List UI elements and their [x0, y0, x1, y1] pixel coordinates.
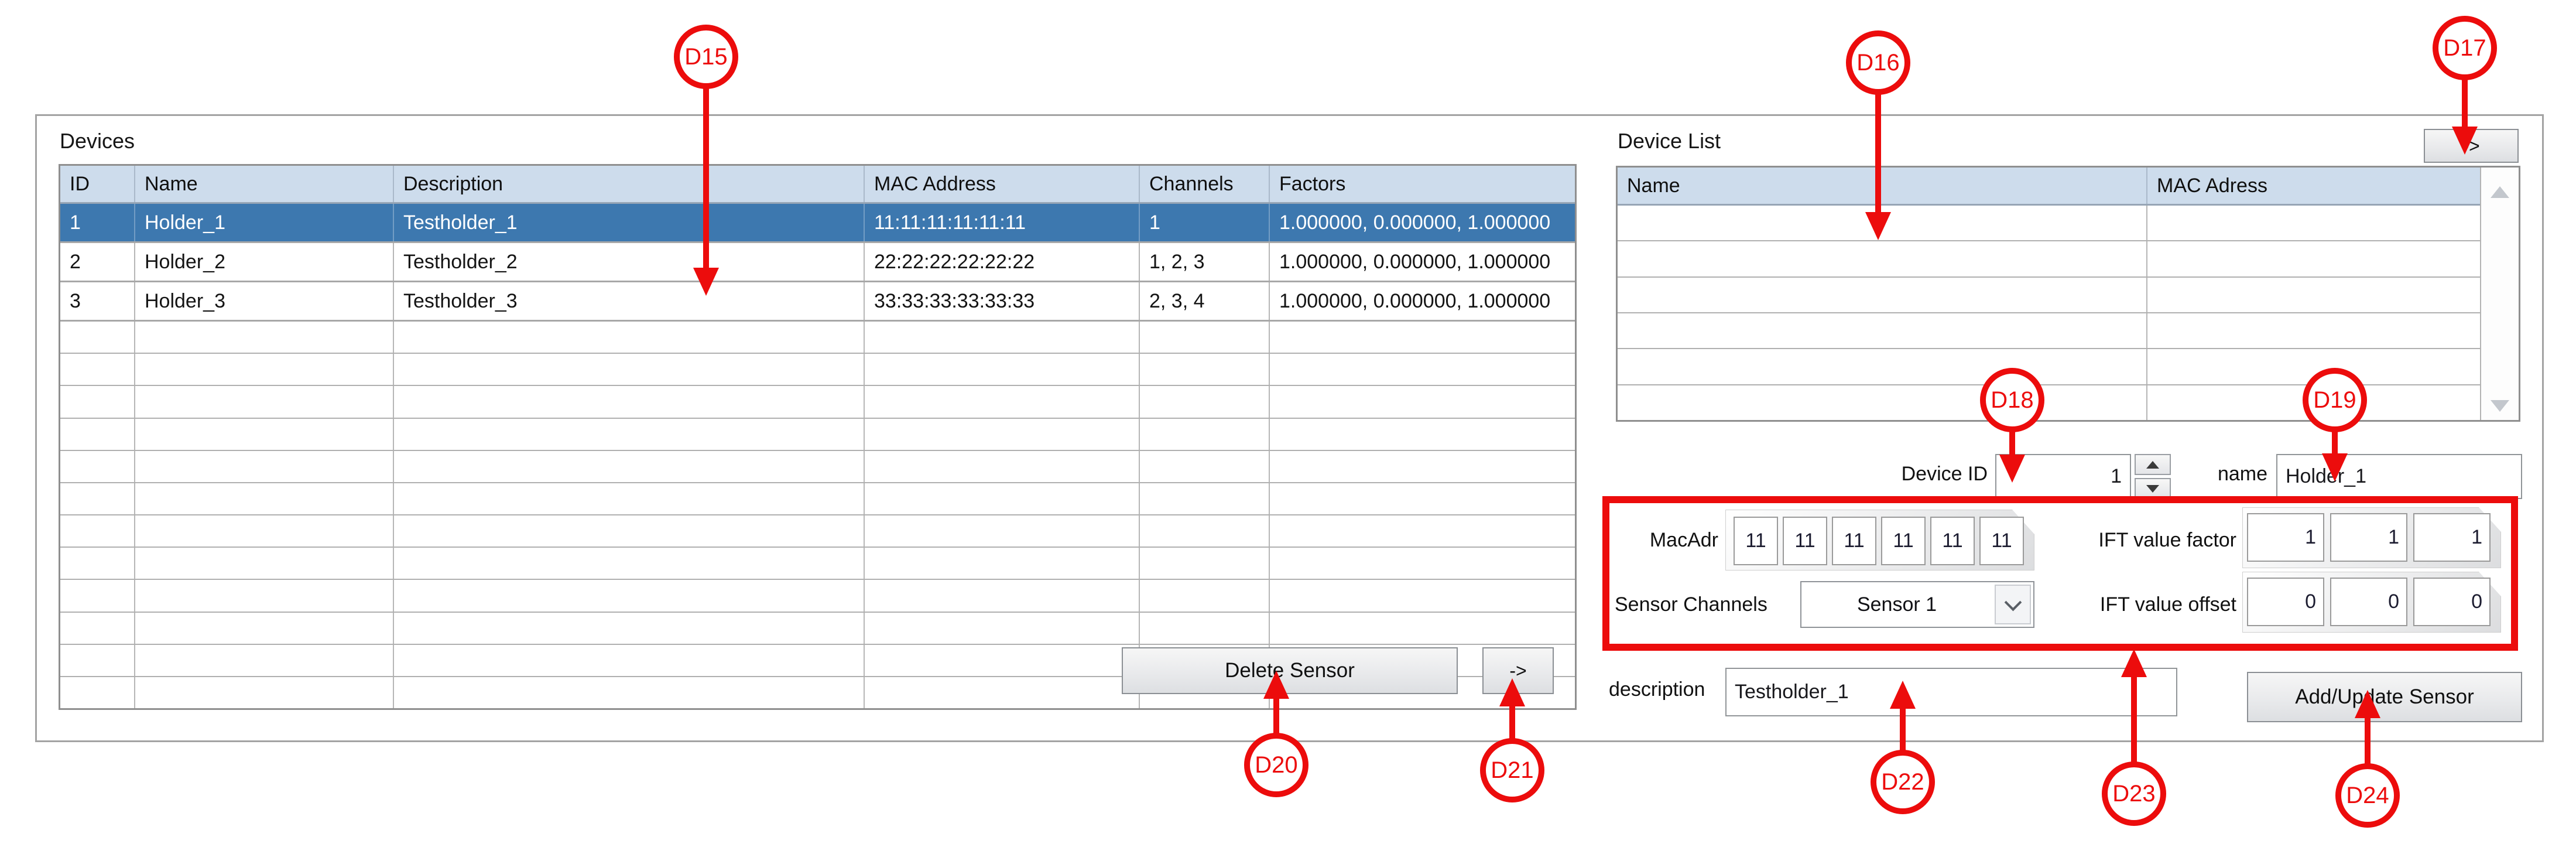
annotation-callout-d19: D19 [2303, 368, 2367, 432]
table-row-empty [60, 483, 1575, 515]
annotation-line [2332, 431, 2338, 453]
table-row-empty [60, 419, 1575, 451]
annotation-callout-d17: D17 [2433, 16, 2497, 80]
cell-id: 3 [60, 282, 135, 320]
delete-sensor-button[interactable]: Delete Sensor [1122, 647, 1458, 694]
scrollbar-down-icon[interactable] [2491, 400, 2509, 412]
cell-channels: 1 [1140, 204, 1270, 241]
device-list-title: Device List [1618, 129, 1721, 153]
annotation-arrow [2322, 453, 2348, 481]
device-list-scrollbar[interactable] [2480, 168, 2519, 420]
column-header-factors[interactable]: Factors [1270, 166, 1575, 202]
table-row-empty [60, 613, 1575, 645]
chevron-down-icon [2146, 485, 2159, 493]
cell-name: Holder_2 [135, 243, 394, 281]
annotation-line [2462, 79, 2468, 127]
annotation-line [2365, 718, 2371, 766]
annotation-line [2009, 431, 2015, 455]
table-row-empty [60, 515, 1575, 548]
table-row-empty [1618, 313, 2480, 349]
cell-id: 2 [60, 243, 135, 281]
column-header-mac-adress[interactable]: MAC Adress [2147, 168, 2480, 204]
description-label: description [1609, 678, 1705, 701]
table-row-empty [60, 322, 1575, 354]
annotation-line [703, 88, 709, 268]
name-label: name [2177, 463, 2267, 486]
cell-factors: 1.000000, 0.000000, 1.000000 [1270, 204, 1575, 241]
annotation-callout-d15: D15 [674, 25, 738, 89]
annotation-callout-d22: D22 [1871, 750, 1935, 814]
annotation-arrow [2452, 127, 2478, 155]
annotation-callout-d16: D16 [1846, 30, 1910, 95]
cell-description: Testholder_1 [394, 204, 865, 241]
annotation-callout-d18: D18 [1980, 368, 2044, 432]
devices-table-header: ID Name Description MAC Address Channels… [60, 166, 1575, 204]
annotation-callout-d23: D23 [2102, 761, 2166, 826]
annotation-arrow [1865, 212, 1891, 240]
name-input[interactable]: Holder_1 [2276, 454, 2522, 499]
annotation-arrow [2121, 649, 2147, 677]
table-row-empty [60, 354, 1575, 386]
annotation-arrow [1999, 455, 2025, 483]
cell-description: Testholder_2 [394, 243, 865, 281]
cell-mac: 33:33:33:33:33:33 [865, 282, 1140, 320]
annotation-arrow [1890, 681, 1916, 709]
annotation-callout-d24: D24 [2335, 763, 2400, 828]
annotation-highlight-rect [1602, 496, 2518, 651]
table-row-empty [1618, 241, 2480, 277]
annotation-arrow [693, 268, 719, 296]
chevron-up-icon [2146, 461, 2159, 469]
annotation-line [1273, 699, 1279, 735]
annotation-callout-d20: D20 [1244, 733, 1308, 797]
column-header-description[interactable]: Description [394, 166, 865, 202]
cell-name: Holder_1 [135, 204, 394, 241]
annotation-line [1509, 706, 1515, 740]
description-input[interactable]: Testholder_1 [1725, 668, 2177, 716]
column-header-id[interactable]: ID [60, 166, 135, 202]
annotation-callout-d21: D21 [1480, 738, 1544, 802]
cell-channels: 2, 3, 4 [1140, 282, 1270, 320]
screenshot-canvas: Devices ID Name Description MAC Address … [0, 0, 2576, 847]
annotation-arrow [1263, 671, 1289, 699]
table-row-empty [60, 451, 1575, 483]
annotation-line [2131, 677, 2137, 764]
table-row-empty [60, 548, 1575, 580]
cell-description: Testholder_3 [394, 282, 865, 320]
cell-factors: 1.000000, 0.000000, 1.000000 [1270, 243, 1575, 281]
table-row[interactable]: 2 Holder_2 Testholder_2 22:22:22:22:22:2… [60, 243, 1575, 282]
annotation-line [1875, 94, 1881, 212]
cell-name: Holder_3 [135, 282, 394, 320]
scrollbar-up-icon[interactable] [2491, 186, 2509, 198]
cell-channels: 1, 2, 3 [1140, 243, 1270, 281]
table-row-empty [1618, 278, 2480, 313]
table-row[interactable]: 3 Holder_3 Testholder_3 33:33:33:33:33:3… [60, 282, 1575, 322]
add-update-sensor-button[interactable]: Add/Update Sensor [2247, 672, 2522, 722]
column-header-channels[interactable]: Channels [1140, 166, 1270, 202]
cell-id: 1 [60, 204, 135, 241]
table-row-empty [60, 580, 1575, 612]
table-row[interactable]: 1 Holder_1 Testholder_1 11:11:11:11:11:1… [60, 204, 1575, 243]
cell-mac: 22:22:22:22:22:22 [865, 243, 1140, 281]
devices-table: ID Name Description MAC Address Channels… [59, 164, 1577, 710]
column-header-name[interactable]: Name [1618, 168, 2147, 204]
cell-mac: 11:11:11:11:11:11 [865, 204, 1140, 241]
cell-factors: 1.000000, 0.000000, 1.000000 [1270, 282, 1575, 320]
table-row-empty [60, 386, 1575, 418]
device-id-label: Device ID [1832, 463, 1988, 486]
annotation-arrow [2355, 690, 2380, 718]
device-list-table: Name MAC Adress [1616, 166, 2520, 422]
table-row-empty [1618, 206, 2480, 241]
device-list-header: Name MAC Adress [1618, 168, 2480, 206]
annotation-arrow [1499, 678, 1525, 706]
annotation-line [1900, 709, 1906, 752]
column-header-name[interactable]: Name [135, 166, 394, 202]
device-id-increment-button[interactable] [2135, 454, 2171, 475]
column-header-mac-address[interactable]: MAC Address [865, 166, 1140, 202]
devices-panel-title: Devices [60, 129, 135, 153]
